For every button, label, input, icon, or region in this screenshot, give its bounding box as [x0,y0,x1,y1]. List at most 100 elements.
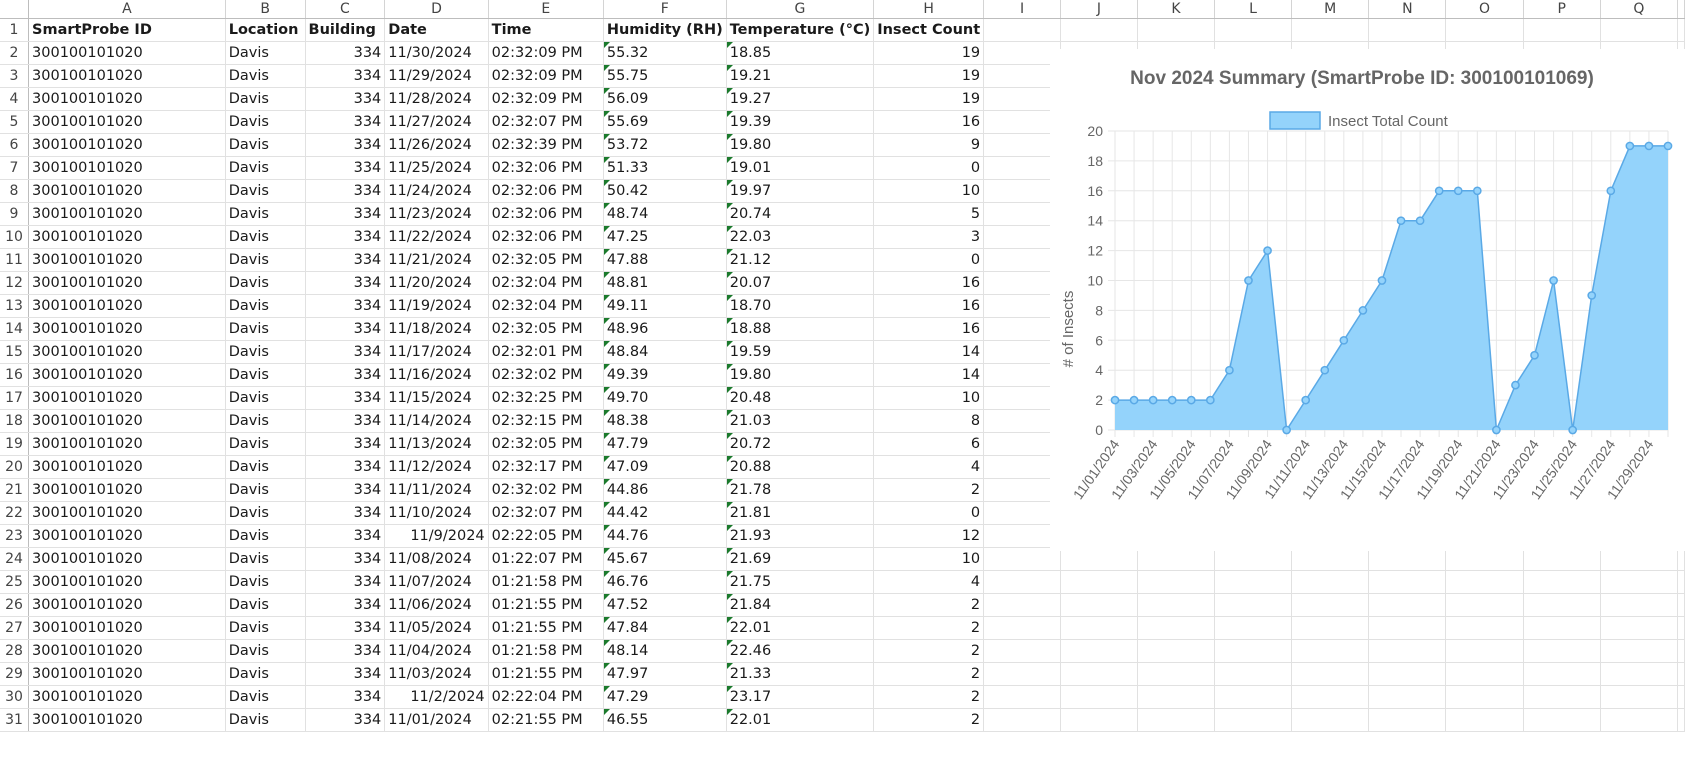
empty-cell[interactable] [1368,685,1447,709]
cell[interactable]: 300100101020 [28,708,226,732]
row-header[interactable]: 23 [0,524,30,548]
cell[interactable]: 02:32:05 PM [488,432,604,456]
row-header[interactable]: 15 [0,340,30,364]
cell[interactable]: 300100101020 [28,87,226,111]
empty-cell[interactable] [1600,593,1679,617]
empty-cell[interactable] [1523,662,1601,686]
cell[interactable]: 02:32:25 PM [488,386,604,410]
empty-cell[interactable] [1368,593,1447,617]
cell[interactable]: 300100101020 [28,156,226,180]
empty-cell[interactable] [983,179,1062,203]
cell[interactable]: 02:21:55 PM [488,708,604,732]
cell[interactable]: 02:32:01 PM [488,340,604,364]
empty-cell[interactable] [1214,18,1293,42]
cell[interactable]: 300100101020 [28,41,226,65]
cell[interactable]: 23.17 [726,685,875,709]
cell[interactable]: 01:21:58 PM [488,639,604,663]
empty-cell[interactable] [1060,639,1138,663]
row-header[interactable]: 3 [0,64,30,88]
cell[interactable]: 0 [873,248,985,272]
cell[interactable]: 22.46 [726,639,875,663]
cell[interactable]: 334 [305,133,386,157]
cell[interactable]: 300100101020 [28,363,226,387]
cell[interactable]: 47.09 [603,455,727,479]
cell[interactable]: Time [488,18,604,42]
cell[interactable]: 01:21:55 PM [488,662,604,686]
cell[interactable]: 334 [305,501,386,525]
row-header[interactable]: 30 [0,685,30,709]
cell[interactable]: Davis [225,294,306,318]
cell[interactable]: 21.81 [726,501,875,525]
empty-cell[interactable] [1677,593,1685,617]
empty-cell[interactable] [1445,639,1524,663]
cell[interactable]: 300100101020 [28,225,226,249]
cell[interactable]: SmartProbe ID [28,18,226,42]
cell[interactable]: 20.74 [726,202,875,226]
cell[interactable]: 11/19/2024 [384,294,489,318]
empty-cell[interactable] [983,156,1062,180]
empty-cell[interactable] [983,708,1062,732]
cell[interactable]: 334 [305,524,386,548]
cell[interactable]: 4 [873,455,985,479]
cell[interactable]: Davis [225,87,306,111]
column-header-b[interactable]: B [225,0,306,19]
column-header-i[interactable]: I [983,0,1062,19]
cell[interactable]: 300100101020 [28,570,226,594]
cell[interactable]: 10 [873,386,985,410]
cell[interactable]: 47.88 [603,248,727,272]
cell[interactable]: 2 [873,639,985,663]
empty-cell[interactable] [1291,708,1370,732]
row-header[interactable]: 29 [0,662,30,686]
row-header[interactable]: 20 [0,455,30,479]
cell[interactable]: 300100101020 [28,110,226,134]
cell[interactable]: 300100101020 [28,455,226,479]
cell[interactable]: Davis [225,547,306,571]
cell[interactable]: 334 [305,64,386,88]
empty-cell[interactable] [1600,570,1679,594]
cell[interactable]: 12 [873,524,985,548]
row-header[interactable]: 26 [0,593,30,617]
row-header[interactable]: 17 [0,386,30,410]
cell[interactable]: 11/25/2024 [384,156,489,180]
cell[interactable]: 334 [305,363,386,387]
row-header[interactable]: 27 [0,616,30,640]
empty-cell[interactable] [983,616,1062,640]
cell[interactable]: 02:32:39 PM [488,133,604,157]
cell[interactable]: 11/01/2024 [384,708,489,732]
cell[interactable]: Temperature (°C) [726,18,875,42]
cell[interactable]: Davis [225,340,306,364]
cell[interactable]: Davis [225,593,306,617]
cell[interactable]: 11/14/2024 [384,409,489,433]
empty-cell[interactable] [1137,593,1216,617]
cell[interactable]: 44.86 [603,478,727,502]
column-header-m[interactable]: M [1291,0,1370,19]
empty-cell[interactable] [1214,639,1293,663]
cell[interactable]: 49.70 [603,386,727,410]
empty-cell[interactable] [1677,685,1685,709]
cell[interactable]: 300100101020 [28,64,226,88]
cell[interactable]: Davis [225,317,306,341]
cell[interactable]: 46.76 [603,570,727,594]
cell[interactable]: 334 [305,570,386,594]
cell[interactable]: 11/16/2024 [384,363,489,387]
cell[interactable]: 02:32:06 PM [488,225,604,249]
cell[interactable]: 21.75 [726,570,875,594]
row-header[interactable]: 25 [0,570,30,594]
cell[interactable]: 18.70 [726,294,875,318]
cell[interactable]: 16 [873,317,985,341]
cell[interactable]: 55.32 [603,41,727,65]
cell[interactable]: 02:32:04 PM [488,271,604,295]
cell[interactable]: Davis [225,202,306,226]
empty-cell[interactable] [1060,18,1138,42]
empty-cell[interactable] [1677,662,1685,686]
empty-cell[interactable] [983,386,1062,410]
row-header[interactable]: 13 [0,294,30,318]
empty-cell[interactable] [983,685,1062,709]
empty-cell[interactable] [1291,18,1370,42]
cell[interactable]: 11/12/2024 [384,455,489,479]
cell[interactable]: 19.80 [726,363,875,387]
cell[interactable]: 45.67 [603,547,727,571]
cell[interactable]: Davis [225,156,306,180]
cell[interactable]: 300100101020 [28,662,226,686]
empty-cell[interactable] [1368,708,1447,732]
